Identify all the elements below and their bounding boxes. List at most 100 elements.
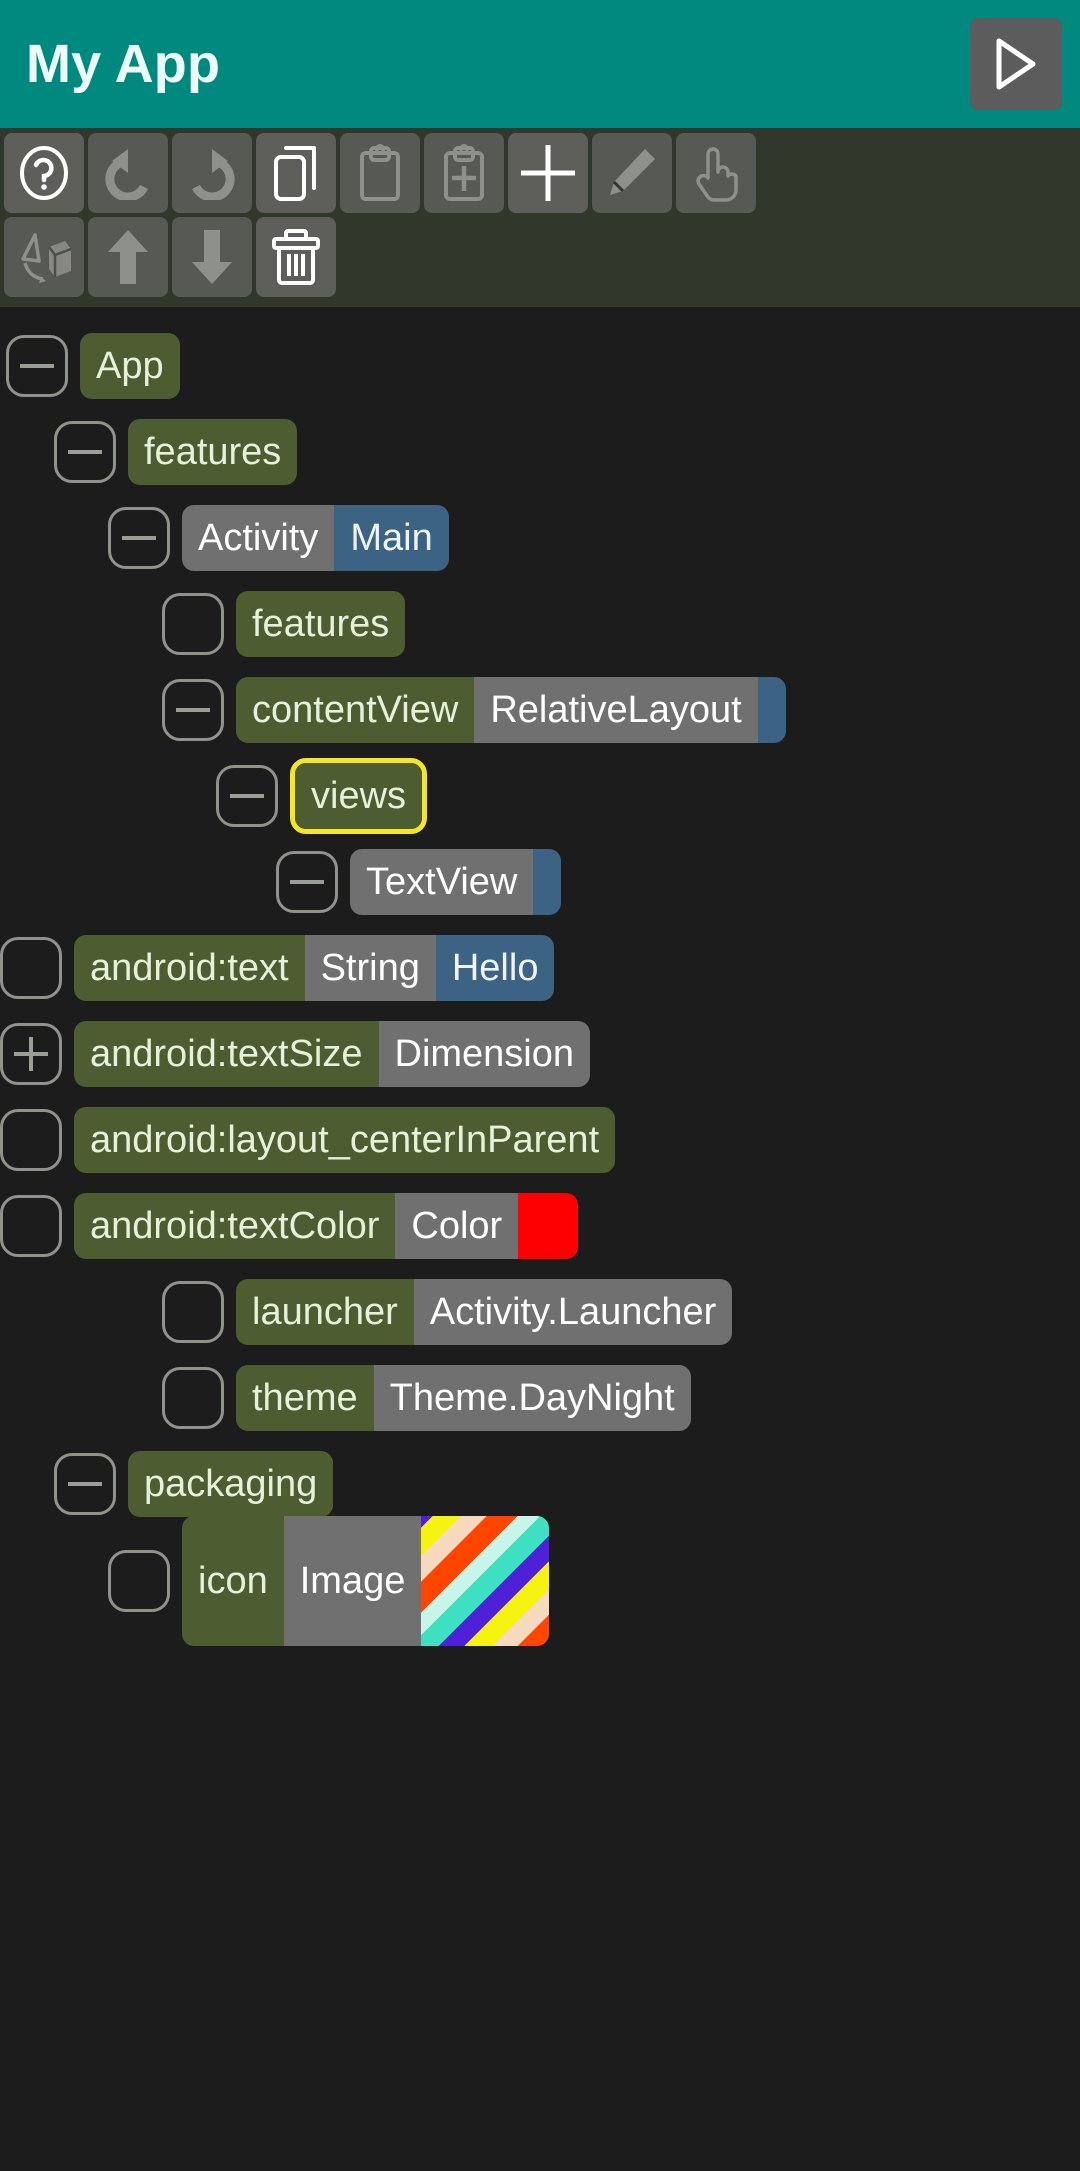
expand-toggle-icon[interactable] bbox=[0, 1023, 62, 1085]
tree-node-chips[interactable]: launcher Activity.Launcher bbox=[236, 1279, 733, 1345]
rotate-3d-icon bbox=[21, 233, 72, 283]
paste-add-button[interactable] bbox=[424, 133, 504, 213]
collapse-toggle-icon[interactable] bbox=[276, 851, 338, 913]
tree-node-chips[interactable]: views bbox=[290, 758, 428, 834]
delete-button[interactable] bbox=[256, 217, 336, 297]
tree-node-chips[interactable]: theme Theme.DayNight bbox=[236, 1365, 691, 1431]
tree-node-chips[interactable]: android:text String Hello bbox=[74, 935, 555, 1001]
node-type-chip[interactable]: Activity.Launcher bbox=[413, 1279, 733, 1345]
tree-row[interactable]: icon Image bbox=[108, 1516, 1080, 1646]
leaf-toggle-icon[interactable] bbox=[0, 1195, 62, 1257]
tree-node-chips[interactable]: icon Image bbox=[182, 1516, 550, 1646]
tree-node-chips[interactable]: android:textSize Dimension bbox=[74, 1021, 591, 1087]
node-name-chip[interactable]: features bbox=[128, 419, 298, 485]
tree-node-chips[interactable]: Activity Main bbox=[182, 505, 449, 571]
node-name-chip[interactable]: packaging bbox=[128, 1451, 334, 1517]
edit-button[interactable] bbox=[592, 133, 672, 213]
tree-row[interactable]: packaging bbox=[54, 1441, 1080, 1527]
node-name-chip[interactable]: icon bbox=[182, 1516, 284, 1646]
node-value-chip[interactable] bbox=[757, 677, 786, 743]
collapse-toggle-icon[interactable] bbox=[216, 765, 278, 827]
paste-icon bbox=[360, 144, 400, 201]
tree-row[interactable]: Activity Main bbox=[108, 495, 1080, 581]
tree-node-chips[interactable]: android:layout_centerInParent bbox=[74, 1107, 616, 1173]
node-name-chip[interactable]: launcher bbox=[236, 1279, 414, 1345]
tree-row[interactable]: App bbox=[6, 323, 1080, 409]
copy-button[interactable] bbox=[256, 133, 336, 213]
tree-row[interactable]: features bbox=[162, 581, 1080, 667]
add-icon bbox=[521, 145, 575, 201]
leaf-toggle-icon[interactable] bbox=[162, 1281, 224, 1343]
collapse-toggle-icon[interactable] bbox=[108, 507, 170, 569]
move-down-button[interactable] bbox=[172, 217, 252, 297]
paste-button[interactable] bbox=[340, 133, 420, 213]
node-type-chip[interactable]: TextView bbox=[350, 849, 534, 915]
delete-icon bbox=[272, 229, 320, 285]
tree-row[interactable]: android:textColor Color bbox=[0, 1183, 1080, 1269]
collapse-toggle-icon[interactable] bbox=[162, 679, 224, 741]
node-value-chip[interactable]: Hello bbox=[435, 935, 555, 1001]
node-value-chip[interactable]: Main bbox=[334, 505, 449, 571]
tree-row[interactable]: theme Theme.DayNight bbox=[162, 1355, 1080, 1441]
node-name-chip[interactable]: theme bbox=[236, 1365, 374, 1431]
tree-row[interactable]: TextView bbox=[276, 839, 1080, 925]
node-type-chip[interactable]: Image bbox=[283, 1516, 422, 1646]
tree-row[interactable]: android:text String Hello bbox=[0, 925, 1080, 1011]
tree-row[interactable]: launcher Activity.Launcher bbox=[162, 1269, 1080, 1355]
tree-node-chips[interactable]: features bbox=[236, 591, 406, 657]
node-name-chip[interactable]: features bbox=[236, 591, 406, 657]
select-icon bbox=[696, 147, 738, 202]
select-button[interactable] bbox=[676, 133, 756, 213]
tree-node-chips[interactable]: App bbox=[80, 333, 180, 399]
tree-node-chips[interactable]: TextView bbox=[350, 849, 562, 915]
help-button[interactable] bbox=[4, 133, 84, 213]
leaf-toggle-icon[interactable] bbox=[162, 593, 224, 655]
toolbar bbox=[0, 128, 1080, 307]
node-name-chip[interactable]: App bbox=[80, 333, 180, 399]
node-type-chip[interactable]: Dimension bbox=[378, 1021, 591, 1087]
node-name-chip[interactable]: android:text bbox=[74, 935, 305, 1001]
tree-row[interactable]: contentView RelativeLayout bbox=[162, 667, 1080, 753]
image-preview[interactable] bbox=[421, 1516, 550, 1646]
undo-button[interactable] bbox=[88, 133, 168, 213]
tree-row[interactable]: features bbox=[54, 409, 1080, 495]
tree-node-chips[interactable]: android:textColor Color bbox=[74, 1193, 579, 1259]
node-type-chip[interactable]: RelativeLayout bbox=[474, 677, 758, 743]
node-name-chip[interactable]: contentView bbox=[236, 677, 475, 743]
collapse-toggle-icon[interactable] bbox=[54, 421, 116, 483]
tree-row[interactable]: android:textSize Dimension bbox=[0, 1011, 1080, 1097]
tree-node-chips[interactable]: packaging bbox=[128, 1451, 334, 1517]
rotate-3d-button[interactable] bbox=[4, 217, 84, 297]
node-type-chip[interactable]: Theme.DayNight bbox=[373, 1365, 691, 1431]
paste-add-icon bbox=[444, 144, 484, 201]
tree-node-chips[interactable]: features bbox=[128, 419, 298, 485]
run-button[interactable] bbox=[970, 18, 1062, 110]
node-name-chip[interactable]: android:textSize bbox=[74, 1021, 379, 1087]
move-up-button[interactable] bbox=[88, 217, 168, 297]
app-bar: My App bbox=[0, 0, 1080, 128]
node-value-chip[interactable] bbox=[533, 849, 562, 915]
collapse-toggle-icon[interactable] bbox=[6, 335, 68, 397]
tree-node-chips[interactable]: contentView RelativeLayout bbox=[236, 677, 786, 743]
node-type-chip[interactable]: Color bbox=[395, 1193, 519, 1259]
edit-icon bbox=[610, 149, 655, 195]
toolbar-row-1 bbox=[4, 133, 1076, 213]
node-type-chip[interactable]: Activity bbox=[182, 505, 335, 571]
tree-row[interactable]: views bbox=[216, 753, 1080, 839]
node-name-chip[interactable]: views bbox=[295, 763, 423, 829]
node-type-chip[interactable]: String bbox=[304, 935, 436, 1001]
leaf-toggle-icon[interactable] bbox=[0, 937, 62, 999]
redo-button[interactable] bbox=[172, 133, 252, 213]
leaf-toggle-icon[interactable] bbox=[162, 1367, 224, 1429]
node-name-chip[interactable]: android:layout_centerInParent bbox=[74, 1107, 616, 1173]
undo-icon bbox=[105, 149, 149, 200]
leaf-toggle-icon[interactable] bbox=[0, 1109, 62, 1171]
move-up-icon bbox=[108, 230, 148, 284]
add-button[interactable] bbox=[508, 133, 588, 213]
leaf-toggle-icon[interactable] bbox=[108, 1550, 170, 1612]
project-tree[interactable]: App features Activity Main features contentVi… bbox=[0, 307, 1080, 2123]
tree-row[interactable]: android:layout_centerInParent bbox=[0, 1097, 1080, 1183]
node-name-chip[interactable]: android:textColor bbox=[74, 1193, 396, 1259]
color-swatch[interactable] bbox=[518, 1193, 579, 1259]
collapse-toggle-icon[interactable] bbox=[54, 1453, 116, 1515]
